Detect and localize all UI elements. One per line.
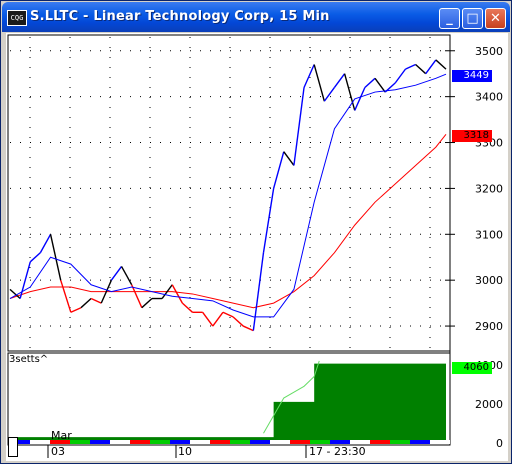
y-tick-label: 3500	[475, 45, 503, 58]
current-price-label: 3449	[452, 70, 492, 82]
indicator-tick-label: 0	[496, 437, 503, 450]
session-marker	[310, 440, 330, 444]
indicator-value-label: 4060	[452, 362, 492, 374]
session-marker	[270, 440, 290, 444]
chart-window: CQG S.LLTC - Linear Technology Corp, 15 …	[0, 0, 512, 464]
x-tick-label: 10	[178, 445, 192, 458]
window-title: S.LLTC - Linear Technology Corp, 15 Min	[30, 9, 330, 24]
y-tick-label: 3100	[475, 228, 503, 241]
session-marker	[90, 440, 110, 444]
close-button[interactable]: ✕	[485, 8, 506, 29]
session-marker	[330, 440, 350, 444]
y-tick-label: 3000	[475, 274, 503, 287]
session-marker	[410, 440, 430, 444]
price-plot-frame	[7, 34, 451, 352]
price-axis-ticks: 2900300031003200330034003500020004000	[445, 45, 503, 450]
session-marker	[190, 440, 210, 444]
session-marker	[250, 440, 270, 444]
app-chart-icon: CQG	[7, 10, 27, 26]
session-marker	[350, 440, 370, 444]
price-chart-svg: 2900300031003200330034003500020004000 Ma…	[7, 34, 503, 458]
session-marker	[230, 440, 250, 444]
indicator-tick-label: 2000	[475, 398, 503, 411]
minimize-button[interactable]: _	[439, 8, 460, 29]
y-tick-label: 2900	[475, 320, 503, 333]
session-marker	[170, 440, 190, 444]
x-tick-label: 17 - 23:30	[309, 445, 366, 458]
session-marker	[70, 440, 90, 444]
session-marker	[210, 440, 230, 444]
session-marker	[130, 440, 150, 444]
session-marker	[430, 440, 450, 444]
session-marker	[150, 440, 170, 444]
chart-area[interactable]: 2900300031003200330034003500020004000 Ma…	[6, 33, 508, 461]
scroll-handle[interactable]	[8, 437, 18, 457]
x-tick-label: 03	[51, 445, 65, 458]
reference-price-label: 3318	[452, 130, 492, 142]
x-tick-label: Mar	[51, 429, 72, 442]
y-tick-label: 3400	[475, 91, 503, 104]
session-marker	[370, 440, 390, 444]
session-marker	[110, 440, 130, 444]
maximize-button[interactable]: □	[462, 8, 483, 29]
title-bar[interactable]: CQG S.LLTC - Linear Technology Corp, 15 …	[2, 2, 510, 32]
y-tick-label: 3200	[475, 182, 503, 195]
session-marker	[290, 440, 310, 444]
indicator-name: 3setts^	[9, 354, 49, 365]
session-marker	[390, 440, 410, 444]
session-marker	[30, 440, 50, 444]
